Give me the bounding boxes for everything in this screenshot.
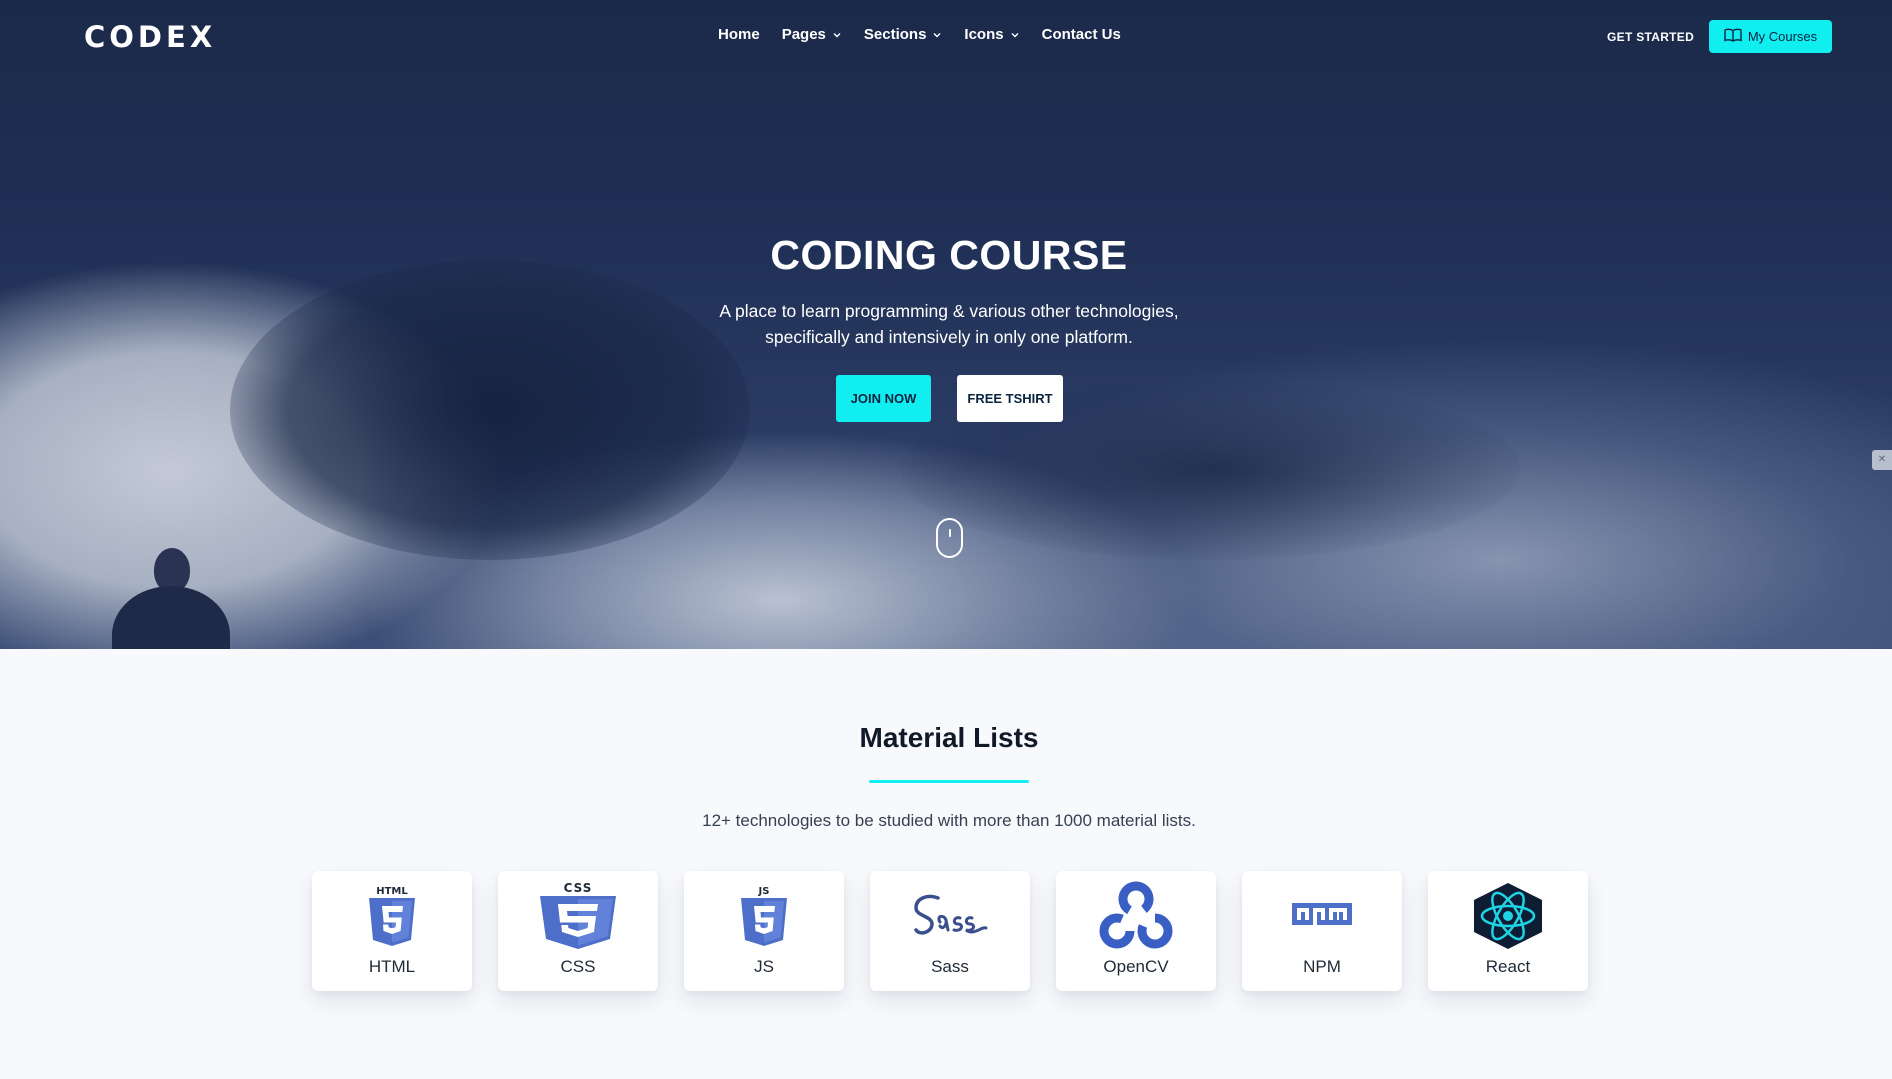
free-tshirt-button[interactable]: FREE TSHIRT bbox=[957, 375, 1063, 422]
js-icon: JS bbox=[719, 881, 809, 951]
nav-item-label: Pages bbox=[781, 26, 826, 43]
main-nav: Home Pages Sections Icons Contact Us bbox=[718, 26, 1121, 43]
nav-item-sections[interactable]: Sections bbox=[864, 26, 943, 43]
tech-card-label: NPM bbox=[1303, 957, 1341, 976]
tech-card-opencv[interactable]: OpenCV bbox=[1056, 871, 1216, 991]
my-courses-label: My Courses bbox=[1747, 29, 1818, 44]
html5-icon: HTML bbox=[347, 881, 437, 951]
scroll-mouse-icon[interactable] bbox=[936, 518, 963, 558]
tech-card-html[interactable]: HTML HTML bbox=[312, 871, 472, 991]
nav-item-label: Sections bbox=[863, 26, 927, 43]
sass-icon bbox=[905, 881, 995, 951]
tech-card-npm[interactable]: NPM bbox=[1242, 871, 1402, 991]
hero-person-image bbox=[112, 548, 230, 649]
hero-subtitle: A place to learn programming & various o… bbox=[0, 298, 1892, 350]
nav-item-icons[interactable]: Icons bbox=[964, 26, 1019, 43]
my-courses-button[interactable]: My Courses bbox=[1709, 20, 1832, 53]
nav-item-label: Home bbox=[718, 26, 760, 43]
logo[interactable]: CODEX bbox=[84, 20, 216, 54]
tech-card-label: JS bbox=[754, 957, 774, 976]
svg-text:HTML: HTML bbox=[376, 886, 408, 897]
title-underline bbox=[869, 780, 1029, 783]
nav-item-home[interactable]: Home bbox=[718, 26, 760, 43]
svg-text:CSS: CSS bbox=[564, 881, 593, 895]
technology-cards: HTML HTML CSS CSS JS JS Sass OpenCV NPM … bbox=[312, 871, 1588, 991]
nav-item-contact[interactable]: Contact Us bbox=[1042, 26, 1121, 43]
hero-subtitle-line: A place to learn programming & various o… bbox=[719, 301, 1179, 321]
opencv-icon bbox=[1091, 881, 1181, 951]
css3-icon: CSS bbox=[533, 881, 623, 951]
npm-icon bbox=[1277, 881, 1367, 951]
tech-card-label: CSS bbox=[560, 957, 596, 976]
section-subtitle: 12+ technologies to be studied with more… bbox=[702, 811, 1196, 830]
tech-card-css[interactable]: CSS CSS bbox=[498, 871, 658, 991]
nav-item-pages[interactable]: Pages bbox=[782, 26, 842, 43]
hero-subtitle-line: specifically and intensively in only one… bbox=[765, 327, 1133, 347]
chevron-down-icon bbox=[832, 30, 842, 40]
hero-title: CODING COURSE bbox=[770, 232, 1128, 278]
nav-item-label: Icons bbox=[964, 26, 1004, 43]
react-icon bbox=[1463, 881, 1553, 951]
tech-card-label: OpenCV bbox=[1103, 957, 1169, 976]
tech-card-label: React bbox=[1485, 957, 1531, 976]
tech-card-sass[interactable]: Sass bbox=[870, 871, 1030, 991]
tech-card-react[interactable]: React bbox=[1428, 871, 1588, 991]
tech-card-label: Sass bbox=[931, 957, 969, 976]
side-tab-icon[interactable]: ✕ bbox=[1872, 450, 1892, 470]
svg-text:JS: JS bbox=[758, 886, 770, 897]
tech-card-label: HTML bbox=[368, 957, 416, 976]
book-icon bbox=[1724, 28, 1742, 45]
section-title: Material Lists bbox=[859, 722, 1039, 753]
chevron-down-icon bbox=[1010, 30, 1020, 40]
chevron-down-icon bbox=[932, 30, 942, 40]
get-started-link[interactable]: GET STARTED bbox=[1607, 30, 1694, 44]
tech-card-js[interactable]: JS JS bbox=[684, 871, 844, 991]
join-now-button[interactable]: JOIN NOW bbox=[836, 375, 931, 422]
nav-item-label: Contact Us bbox=[1041, 26, 1121, 43]
